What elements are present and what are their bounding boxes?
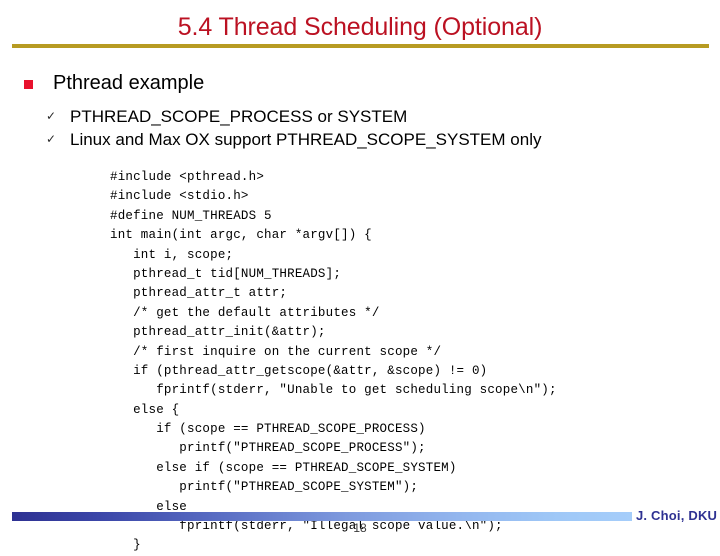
code-line: #include <stdio.h> [110, 189, 249, 204]
bullet-level2-label: PTHREAD_SCOPE_PROCESS or SYSTEM [70, 107, 408, 126]
code-line: pthread_attr_t attr; [110, 286, 288, 301]
code-line: pthread_attr_init(&attr); [110, 325, 326, 340]
code-listing: #include <pthread.h> #include <stdio.h> #d… [110, 168, 557, 556]
square-bullet-icon [24, 80, 33, 89]
bullet-level2-label: Linux and Max OX support PTHREAD_SCOPE_S… [70, 130, 542, 149]
code-line: /* get the default attributes */ [110, 305, 380, 320]
code-line: else { [110, 402, 180, 417]
code-line: printf("PTHREAD_SCOPE_PROCESS"); [110, 441, 426, 456]
bullet-level1: Pthread example [24, 71, 204, 96]
bullet-level2-list: ✓ PTHREAD_SCOPE_PROCESS or SYSTEM ✓ Linu… [46, 106, 541, 152]
list-item: ✓ Linux and Max OX support PTHREAD_SCOPE… [46, 129, 541, 152]
code-line: if (scope == PTHREAD_SCOPE_PROCESS) [110, 422, 426, 437]
check-icon: ✓ [46, 109, 57, 123]
code-line: int main(int argc, char *argv[]) { [110, 228, 372, 243]
code-line: int i, scope; [110, 247, 234, 262]
code-line: #define NUM_THREADS 5 [110, 208, 272, 223]
code-line: else if (scope == PTHREAD_SCOPE_SYSTEM) [110, 460, 457, 475]
code-line: #include <pthread.h> [110, 170, 265, 184]
list-item: ✓ PTHREAD_SCOPE_PROCESS or SYSTEM [46, 106, 541, 129]
footer-gradient-bar [12, 512, 632, 521]
code-line: if (pthread_attr_getscope(&attr, &scope)… [110, 363, 488, 378]
slide-canvas: 5.4 Thread Scheduling (Optional) Pthread… [0, 0, 720, 552]
code-line: printf("PTHREAD_SCOPE_SYSTEM"); [110, 480, 419, 495]
bullet-level1-label: Pthread example [53, 72, 205, 94]
code-line: fprintf(stderr, "Unable to get schedulin… [110, 383, 557, 398]
code-line: /* first inquire on the current scope */ [110, 344, 442, 359]
page-title: 5.4 Thread Scheduling (Optional) [177, 13, 543, 41]
code-line: pthread_t tid[NUM_THREADS]; [110, 266, 342, 281]
page-number: 18 [353, 521, 367, 535]
title-divider-rule [12, 44, 709, 48]
check-icon: ✓ [46, 132, 57, 146]
code-line: } [110, 538, 141, 553]
